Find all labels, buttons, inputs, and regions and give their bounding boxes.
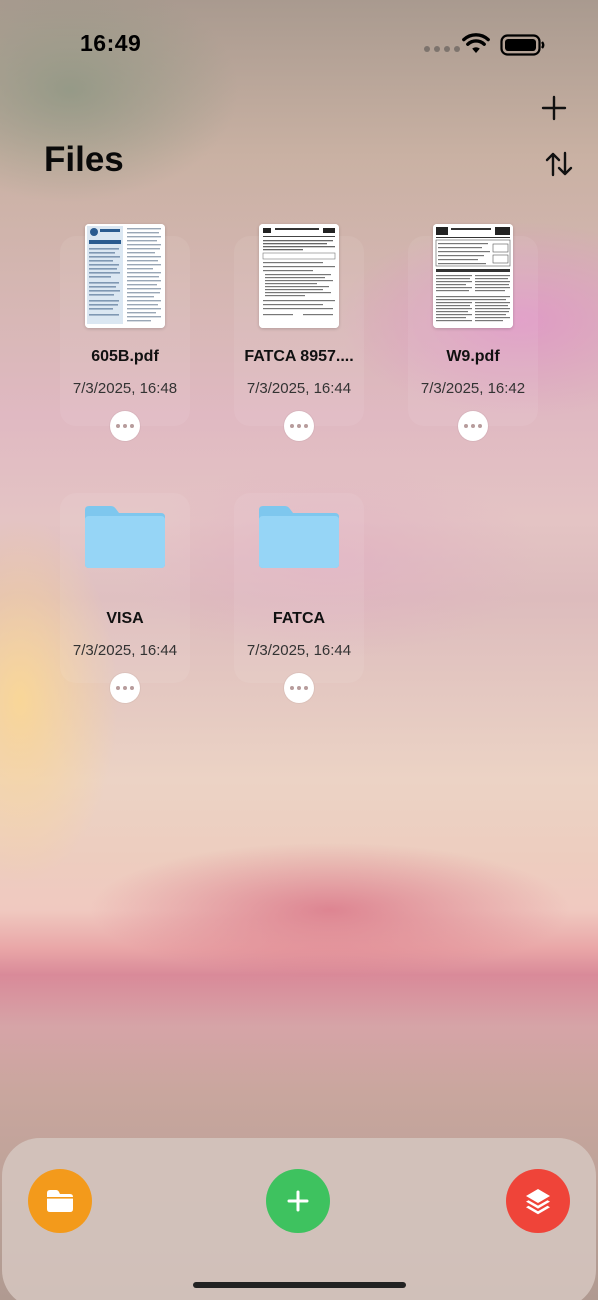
more-ellipsis-icon (464, 424, 482, 428)
folder-icon (83, 502, 167, 570)
status-bar: 16:49 (0, 0, 598, 90)
item-date: 7/3/2025, 16:48 (72, 380, 178, 397)
more-options-button[interactable] (110, 673, 140, 703)
plus-icon (541, 95, 567, 121)
more-ellipsis-icon (290, 424, 308, 428)
file-item-605b[interactable]: 605B.pdf 7/3/2025, 16:48 (37, 224, 213, 441)
page-title: Files (44, 140, 124, 179)
more-ellipsis-icon (290, 686, 308, 690)
home-indicator (193, 1282, 406, 1288)
files-screen: 16:49 Files 605B.pdf 7/3/2025, 16:48 FAT… (0, 0, 598, 1300)
more-options-button[interactable] (284, 673, 314, 703)
item-name: W9.pdf (446, 348, 500, 365)
more-options-button[interactable] (284, 411, 314, 441)
item-name: FATCA 8957.... (244, 348, 354, 365)
sort-button[interactable] (542, 148, 576, 180)
files-tab-button[interactable] (28, 1169, 92, 1233)
more-options-button[interactable] (110, 411, 140, 441)
wifi-icon (462, 33, 490, 60)
more-options-button[interactable] (458, 411, 488, 441)
status-time: 16:49 (80, 30, 142, 56)
item-date: 7/3/2025, 16:44 (246, 380, 352, 397)
cellular-signal-icon (424, 46, 460, 52)
item-name: FATCA (272, 610, 326, 627)
battery-icon (500, 34, 546, 61)
more-ellipsis-icon (116, 686, 134, 690)
item-name: 605B.pdf (91, 348, 159, 365)
plus-icon (287, 1190, 309, 1212)
file-item-fatca-8957[interactable]: FATCA 8957.... 7/3/2025, 16:44 (211, 224, 387, 441)
more-ellipsis-icon (116, 424, 134, 428)
pdf-thumbnail (433, 224, 513, 328)
item-date: 7/3/2025, 16:44 (246, 642, 352, 659)
item-name: VISA (106, 610, 144, 627)
layers-tab-button[interactable] (506, 1169, 570, 1233)
pdf-thumbnail (85, 224, 165, 328)
folder-icon (47, 1190, 73, 1212)
add-button[interactable] (538, 92, 570, 124)
add-tab-button[interactable] (266, 1169, 330, 1233)
item-date: 7/3/2025, 16:44 (72, 642, 178, 659)
folder-item-fatca[interactable]: FATCA 7/3/2025, 16:44 (211, 496, 387, 703)
folder-icon (257, 502, 341, 570)
pdf-thumbnail (259, 224, 339, 328)
sort-arrows-icon (545, 151, 573, 177)
folder-item-visa[interactable]: VISA 7/3/2025, 16:44 (37, 496, 213, 703)
item-date: 7/3/2025, 16:42 (420, 380, 526, 397)
layers-icon (526, 1189, 550, 1215)
file-item-w9[interactable]: W9.pdf 7/3/2025, 16:42 (385, 224, 561, 441)
